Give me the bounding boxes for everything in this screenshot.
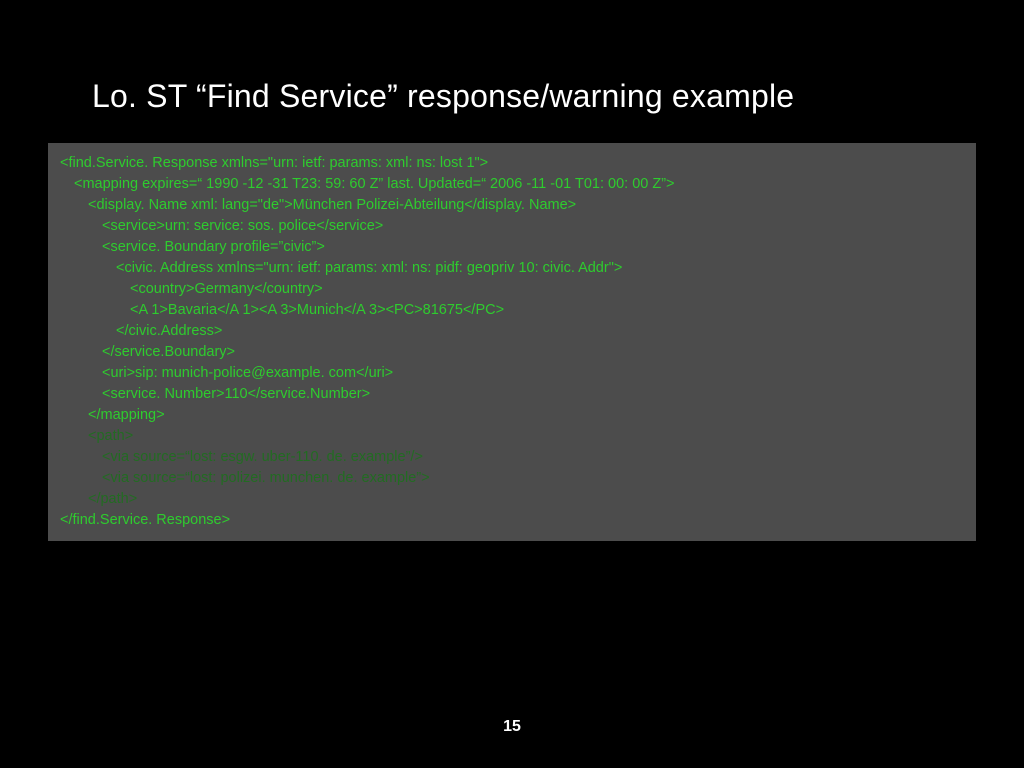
code-line: <A 1>Bavaria</A 1><A 3>Munich</A 3><PC>8… [60,300,964,321]
code-line: <service. Boundary profile=”civic”> [60,237,964,258]
page-number: 15 [0,718,1024,736]
code-line: </find.Service. Response> [60,510,964,531]
code-line: </path> [60,489,964,510]
slide-title: Lo. ST “Find Service” response/warning e… [0,0,1024,115]
code-line: </civic.Address> [60,321,964,342]
code-line: <service>urn: service: sos. police</serv… [60,216,964,237]
code-line: <via source=“lost: esgw. uber-110. de. e… [60,447,964,468]
code-line: <path> [60,426,964,447]
code-line: <service. Number>110</service.Number> [60,384,964,405]
code-line: <display. Name xml: lang="de">München Po… [60,195,964,216]
code-line: </mapping> [60,405,964,426]
code-line: <uri>sip: munich-police@example. com</ur… [60,363,964,384]
code-line: <mapping expires=“ 1990 -12 -31 T23: 59:… [60,174,964,195]
code-line: <find.Service. Response xmlns="urn: ietf… [60,153,964,174]
code-line: <country>Germany</country> [60,279,964,300]
code-block: <find.Service. Response xmlns="urn: ietf… [48,143,976,541]
code-line: <civic. Address xmlns="urn: ietf: params… [60,258,964,279]
slide: Lo. ST “Find Service” response/warning e… [0,0,1024,768]
code-line: </service.Boundary> [60,342,964,363]
code-line: <via source=“lost: polizei. munchen. de.… [60,468,964,489]
